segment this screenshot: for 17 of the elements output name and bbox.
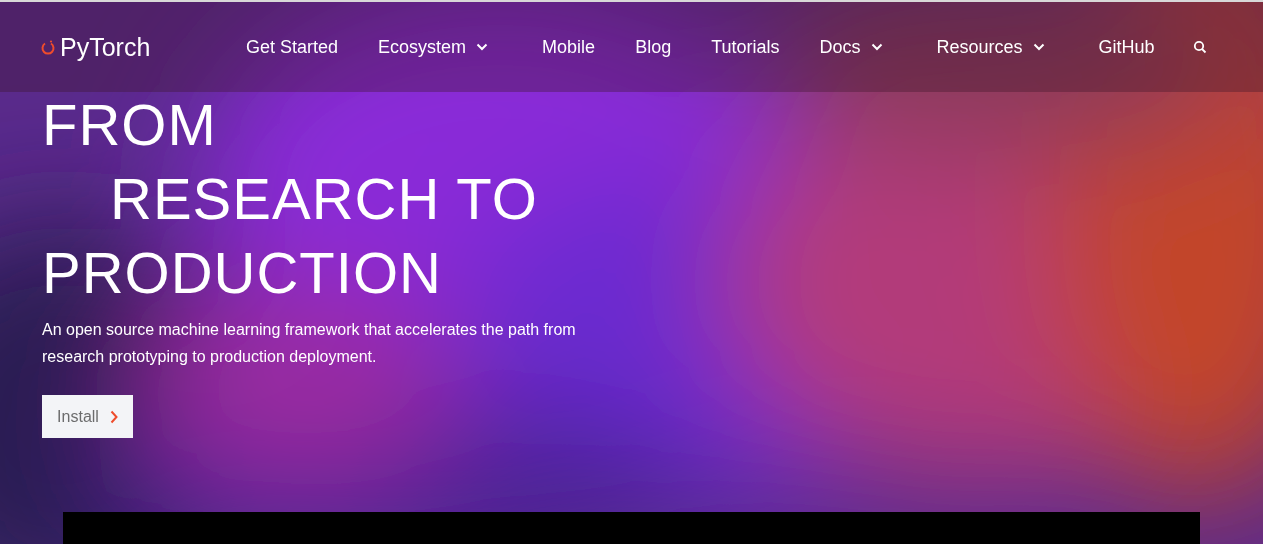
nav-dropdown[interactable]: Docs: [819, 36, 883, 58]
hero-description: An open source machine learning framework that accelerates the path from research prototyping to production deployment.: [42, 320, 577, 367]
hero-title-line: RESEARCH TO: [110, 165, 538, 233]
nav-link[interactable]: Blog: [635, 36, 672, 58]
nav-dropdown[interactable]: Ecosystem: [378, 36, 489, 58]
logo-text: PyTorch: [60, 32, 151, 62]
nav-dropdown[interactable]: Resources: [936, 36, 1045, 58]
nav-link[interactable]: Get Started: [246, 36, 339, 58]
chevron-right-icon: [109, 409, 118, 424]
nav-link[interactable]: Mobile: [542, 36, 596, 58]
hero-title-line: PRODUCTION: [42, 239, 442, 307]
search-icon[interactable]: [1192, 40, 1207, 54]
flame-logo-icon: [41, 38, 55, 56]
nav-link[interactable]: Tutorials: [711, 36, 780, 58]
hero-title-line: FROM: [42, 91, 217, 159]
install-button[interactable]: Install: [42, 395, 133, 438]
nav-link[interactable]: GitHub: [1098, 36, 1155, 58]
